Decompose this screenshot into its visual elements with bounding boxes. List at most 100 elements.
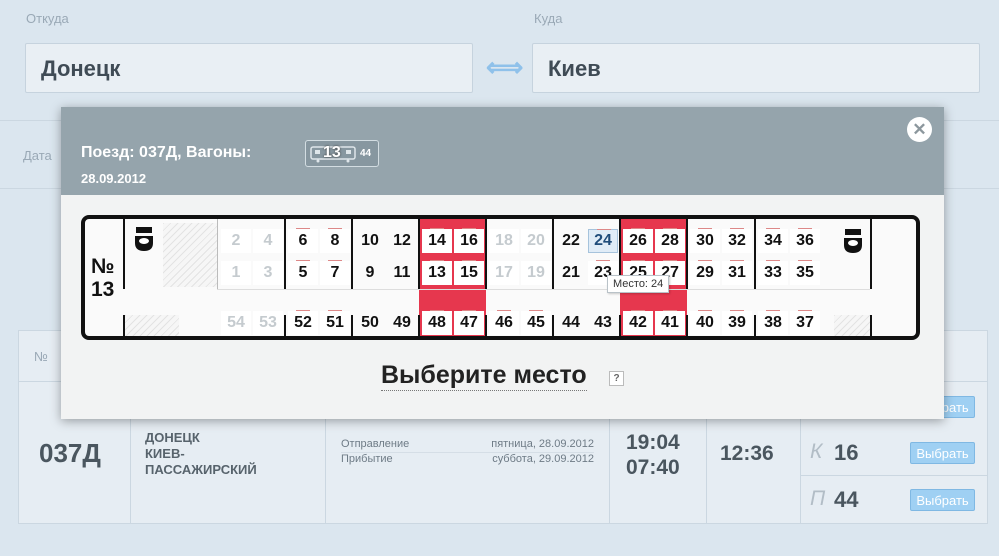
compartment-divider: [418, 315, 420, 336]
seat-marker: [798, 260, 812, 261]
seat-51[interactable]: 51: [320, 310, 350, 335]
compartment-divider: [418, 219, 420, 289]
seat-17: 17: [489, 261, 519, 285]
seat-52[interactable]: 52: [288, 310, 318, 335]
to-input[interactable]: Киев: [532, 43, 980, 93]
seat-3: 3: [253, 261, 283, 285]
seat-marker: [596, 260, 610, 261]
seat-marker: [462, 310, 476, 311]
seat-45[interactable]: 45: [521, 310, 551, 335]
toilet-icon: [135, 227, 153, 251]
compartment-divider: [552, 315, 554, 336]
seat-marker: [698, 228, 712, 229]
departure-time: 19:04: [626, 431, 680, 454]
select-button[interactable]: Выбрать: [910, 442, 975, 464]
divider: [123, 219, 125, 289]
seat-13[interactable]: 13: [422, 260, 452, 285]
arrival-time: 07:40: [626, 456, 680, 479]
seat-tooltip: Место: 24: [607, 275, 670, 293]
seat-8[interactable]: 8: [320, 228, 350, 253]
seat-marker: [497, 310, 511, 311]
help-icon[interactable]: ?: [609, 371, 624, 386]
seat-marker: [296, 228, 310, 229]
divider: [800, 475, 987, 476]
compartment-divider: [284, 219, 286, 289]
wagon-number: 13: [323, 144, 341, 161]
wagon-button[interactable]: 13 44: [305, 140, 379, 167]
seat-4: 4: [253, 229, 283, 253]
train-number[interactable]: 037Д: [39, 438, 101, 469]
seat-marker: [766, 310, 780, 311]
seat-count: 16: [834, 440, 859, 465]
seat-marker: [529, 310, 543, 311]
seat-marker: [730, 228, 744, 229]
seat-40[interactable]: 40: [690, 310, 720, 335]
seat-2: 2: [221, 229, 251, 253]
seat-marker: [766, 228, 780, 229]
close-icon[interactable]: ✕: [907, 117, 932, 142]
seat-37[interactable]: 37: [790, 310, 820, 335]
seat-41[interactable]: 41: [655, 310, 685, 335]
seat-7[interactable]: 7: [320, 260, 350, 285]
modal-header: Поезд: 037Д, Вагоны: 28.09.2012 13 44 ✕: [61, 107, 944, 195]
seat-marker: [462, 260, 476, 261]
seat-marker: [462, 228, 476, 229]
seat-34[interactable]: 34: [758, 228, 788, 253]
compartment-divider: [754, 219, 756, 289]
seat-42[interactable]: 42: [623, 310, 653, 335]
seat-11: 11: [393, 264, 411, 281]
seat-marker: [328, 310, 342, 311]
class-code: П: [810, 487, 826, 510]
compartment-divider: [351, 219, 353, 289]
seat-29[interactable]: 29: [690, 260, 720, 285]
seat-marker: [766, 260, 780, 261]
departure-date: пятница, 28.09.2012: [491, 438, 594, 450]
seat-31[interactable]: 31: [722, 260, 752, 285]
from-input[interactable]: Донецк: [25, 43, 473, 93]
seat-marker: [328, 228, 342, 229]
seat-marker: [698, 260, 712, 261]
seat-26[interactable]: 26: [623, 228, 653, 253]
select-button[interactable]: Выбрать: [910, 489, 975, 511]
seat-14[interactable]: 14: [422, 228, 452, 253]
toilet-icon: [844, 229, 862, 253]
seat-30[interactable]: 30: [690, 228, 720, 253]
seat-marker: [730, 260, 744, 261]
travel-duration: 12:36: [720, 442, 774, 465]
seat-47[interactable]: 47: [454, 310, 484, 335]
seat-48[interactable]: 48: [422, 310, 452, 335]
seat-36[interactable]: 36: [790, 228, 820, 253]
vestibule-area: [163, 223, 217, 287]
seat-6[interactable]: 6: [288, 228, 318, 253]
arrival-label: Прибытие: [341, 453, 393, 465]
seat-16[interactable]: 16: [454, 228, 484, 253]
seat-marker: [296, 260, 310, 261]
seat-marker: [430, 228, 444, 229]
seat-15[interactable]: 15: [454, 260, 484, 285]
seat-marker: [798, 310, 812, 311]
seat-21: 21: [562, 264, 580, 281]
departure-label: Отправление: [341, 438, 410, 450]
corridor-line: [217, 289, 870, 290]
swap-icon[interactable]: ⟺: [486, 52, 523, 83]
route-to-line2: ПАССАЖИРСКИЙ: [145, 462, 257, 477]
car-number-prefix: №: [91, 255, 115, 278]
seat-5[interactable]: 5: [288, 260, 318, 285]
seat-39[interactable]: 39: [722, 310, 752, 335]
divider: [217, 219, 218, 289]
compartment-divider: [485, 219, 487, 289]
seat-46[interactable]: 46: [489, 310, 519, 335]
compartment-divider: [754, 315, 756, 336]
seat-marker: [631, 228, 645, 229]
seat-53: 53: [253, 311, 283, 335]
class-code: К: [810, 440, 823, 463]
seat-35[interactable]: 35: [790, 260, 820, 285]
seat-32[interactable]: 32: [722, 228, 752, 253]
seat-24[interactable]: 24: [588, 229, 618, 253]
seat-38[interactable]: 38: [758, 310, 788, 335]
compartment-divider: [485, 315, 487, 336]
seat-33[interactable]: 33: [758, 260, 788, 285]
seat-marker: [328, 260, 342, 261]
seat-50: 50: [361, 314, 379, 331]
seat-28[interactable]: 28: [655, 228, 685, 253]
